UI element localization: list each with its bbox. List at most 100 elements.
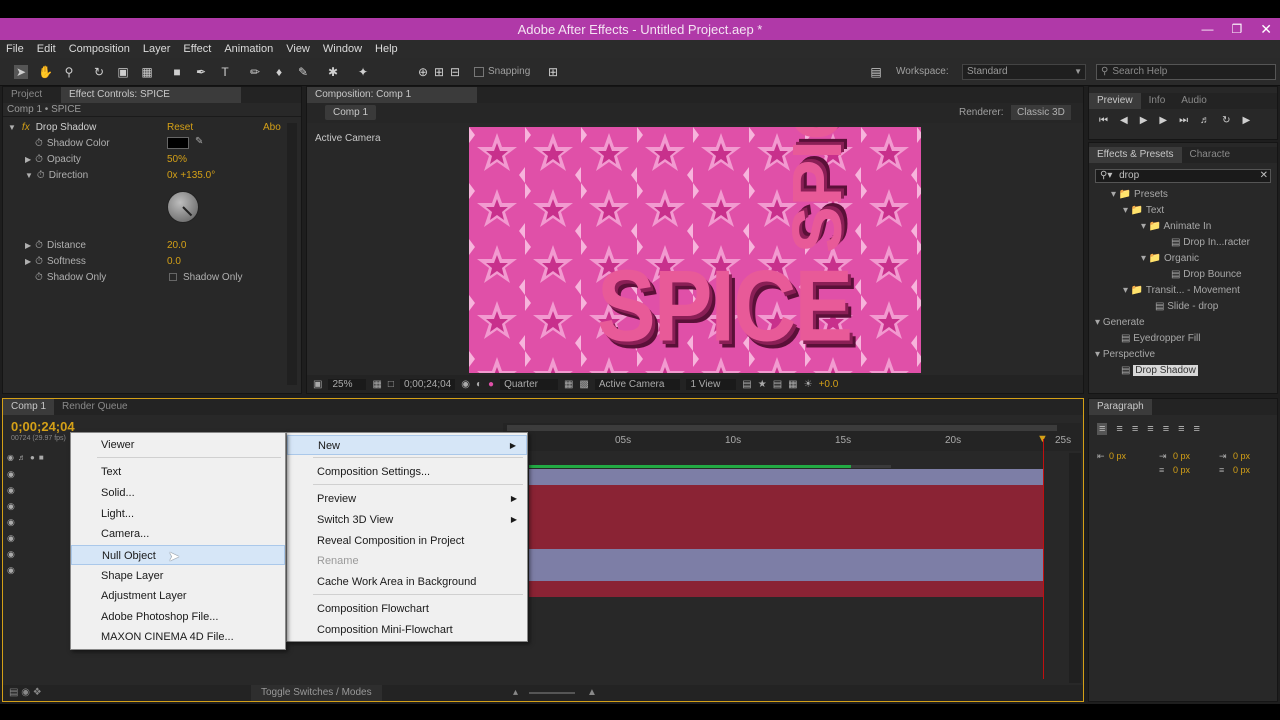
channel-icon[interactable]: ●	[488, 379, 494, 390]
timeline-icon[interactable]: ▤	[773, 379, 782, 390]
tab-effect-controls[interactable]: Effect Controls: SPICE	[61, 87, 241, 103]
tree-item-slide-drop[interactable]: ▤ Slide - drop	[1155, 299, 1218, 315]
transparency-grid-icon[interactable]: ▩	[579, 379, 588, 390]
tab-composition[interactable]: Composition: Comp 1	[307, 87, 477, 103]
menu-edit[interactable]: Edit	[37, 43, 56, 55]
always-preview-icon[interactable]: ▣	[313, 379, 322, 390]
composition-flowchart-icon[interactable]: ▤ ◉ ❖	[9, 687, 42, 698]
shadow-color-swatch[interactable]	[167, 137, 189, 149]
close-icon[interactable]: ✕	[1260, 21, 1272, 38]
tree-item-generate[interactable]: ▾ Generate	[1095, 315, 1145, 331]
scrollbar[interactable]	[287, 123, 297, 385]
next-frame-icon[interactable]: ▶	[1159, 115, 1167, 126]
indent-first-value[interactable]: 0 px	[1173, 451, 1190, 461]
justify-all-icon[interactable]: ≡	[1194, 423, 1200, 435]
stopwatch-icon[interactable]: ⏱	[35, 138, 43, 149]
effect-row[interactable]: ▼ fx Drop Shadow Reset Abo	[3, 119, 293, 135]
view-layout-dropdown[interactable]: 1 View	[686, 378, 737, 390]
timeline-scrollbar[interactable]	[1069, 453, 1081, 683]
tree-item-organic[interactable]: ▾ 📁 Organic	[1141, 251, 1199, 267]
eye-icon[interactable]: ◉	[7, 517, 67, 533]
submenu-item-camera[interactable]: Camera...	[71, 524, 285, 544]
previous-frame-icon[interactable]: ◀	[1120, 115, 1128, 126]
layer-bar[interactable]	[529, 533, 1043, 549]
disclosure-icon[interactable]: ▼	[25, 171, 33, 180]
play-icon[interactable]: ▶	[1140, 115, 1148, 126]
align-left-icon[interactable]: ≡	[1097, 423, 1108, 435]
tab-preview[interactable]: Preview	[1089, 93, 1141, 109]
brush-tool-icon[interactable]: ✏	[248, 65, 262, 79]
zoom-out-icon[interactable]: ▴	[513, 687, 518, 698]
layer-bar[interactable]	[529, 485, 1043, 501]
menu-layer[interactable]: Layer	[143, 43, 171, 55]
layer-bar[interactable]	[529, 501, 1043, 517]
submenu-item-viewer[interactable]: Viewer	[71, 435, 285, 455]
menu-composition[interactable]: Composition	[69, 43, 130, 55]
tab-effects-presets[interactable]: Effects & Presets	[1089, 147, 1182, 163]
submenu-item-shape-layer[interactable]: Shape Layer	[71, 566, 285, 586]
tree-item-transit-movement[interactable]: ▾ 📁 Transit... - Movement	[1123, 283, 1240, 299]
type-tool-icon[interactable]: T	[218, 65, 232, 79]
snapshot-icon[interactable]: ◉	[461, 379, 470, 390]
disclosure-icon[interactable]: ▶	[25, 241, 31, 250]
fast-previews-icon[interactable]: ★	[758, 379, 767, 390]
menu-item-new[interactable]: New ▶	[287, 435, 527, 455]
tree-item-eyedropper-fill[interactable]: ▤ Eyedropper Fill	[1121, 331, 1201, 347]
indent-right-value[interactable]: 0 px	[1233, 451, 1250, 461]
camera-tool-icon[interactable]: ▣	[116, 65, 130, 79]
eye-icon[interactable]: ◉	[7, 549, 67, 565]
menu-item-composition-mini-flowchart[interactable]: Composition Mini-Flowchart	[287, 620, 527, 640]
stopwatch-icon[interactable]: ⏱	[35, 240, 43, 251]
tree-item-perspective[interactable]: ▾ Perspective	[1095, 347, 1155, 363]
menu-window[interactable]: Window	[323, 43, 362, 55]
eraser-tool-icon[interactable]: ✎	[296, 65, 310, 79]
mask-visibility-icon[interactable]: □	[388, 379, 394, 390]
pan-behind-tool-icon[interactable]: ▦	[140, 65, 154, 79]
direction-dial[interactable]	[167, 191, 199, 223]
layer-bar[interactable]	[529, 469, 1043, 485]
hand-tool-icon[interactable]: ✋	[38, 65, 53, 79]
eye-icon[interactable]: ◉	[7, 469, 67, 485]
space-after-value[interactable]: 0 px	[1233, 465, 1250, 475]
region-of-interest-icon[interactable]: ▦	[564, 379, 573, 390]
stopwatch-icon[interactable]: ⏱	[37, 170, 45, 181]
disclosure-icon[interactable]: ▼	[8, 123, 16, 132]
stopwatch-icon[interactable]: ⏱	[35, 154, 43, 165]
current-time-display[interactable]: 0;00;24;04	[399, 378, 456, 390]
menu-item-cache-work-area[interactable]: Cache Work Area in Background	[287, 572, 527, 592]
tab-render-queue[interactable]: Render Queue	[54, 399, 136, 415]
fx-icon[interactable]: fx	[22, 122, 30, 133]
audio-icon[interactable]: ♬	[18, 453, 26, 467]
layer-bar[interactable]	[529, 549, 1043, 565]
axis-mode-icon[interactable]: ⊕	[416, 65, 430, 79]
about-link[interactable]: Abo	[263, 122, 281, 133]
menu-item-composition-settings[interactable]: Composition Settings...	[287, 462, 527, 482]
rectangle-tool-icon[interactable]: ■	[170, 65, 184, 79]
snap-options-icon[interactable]: ⊞	[546, 65, 560, 79]
roto-brush-tool-icon[interactable]: ✱	[326, 65, 340, 79]
zoom-tool-icon[interactable]: ⚲	[62, 65, 76, 79]
opacity-value[interactable]: 50%	[167, 154, 187, 165]
submenu-item-adjustment-layer[interactable]: Adjustment Layer	[71, 586, 285, 606]
exposure-icon[interactable]: ☀	[804, 379, 813, 390]
puppet-tool-icon[interactable]: ✦	[356, 65, 370, 79]
tree-item-animate-in[interactable]: ▾ 📁 Animate In	[1141, 219, 1211, 235]
clear-search-icon[interactable]: ✕	[1260, 170, 1268, 182]
minimize-icon[interactable]: —	[1202, 22, 1214, 36]
eye-icon[interactable]: ◉	[7, 565, 67, 581]
disclosure-icon[interactable]: ▶	[25, 155, 31, 164]
menu-item-preview[interactable]: Preview ▶	[287, 489, 527, 509]
solo-icon[interactable]: ●	[30, 453, 35, 467]
last-frame-icon[interactable]: ⏭	[1179, 115, 1188, 126]
reset-link[interactable]: Reset	[167, 122, 193, 133]
submenu-item-photoshop-file[interactable]: Adobe Photoshop File...	[71, 607, 285, 627]
tree-item-text[interactable]: ▾ 📁 Text	[1123, 203, 1164, 219]
safe-zones-icon[interactable]: ▦	[372, 379, 381, 390]
work-area-bar[interactable]	[507, 425, 1057, 431]
zoom-in-icon[interactable]: ▲	[587, 687, 597, 698]
comp-navigator-tab[interactable]: Comp 1	[325, 105, 377, 120]
menu-item-switch-3d-view[interactable]: Switch 3D View ▶	[287, 510, 527, 530]
resolution-dropdown[interactable]: Quarter	[500, 378, 558, 390]
timeline-timecode[interactable]: 0;00;24;04	[11, 419, 75, 434]
loop-icon[interactable]: ↻	[1222, 115, 1230, 126]
